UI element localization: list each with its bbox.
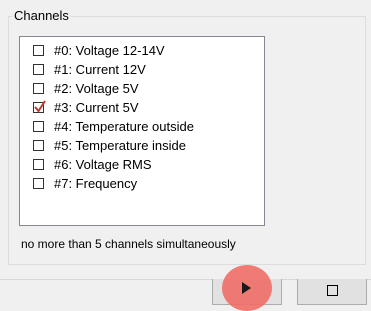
checkbox[interactable]	[33, 121, 44, 132]
channel-label: #2: Voltage 5V	[54, 81, 139, 96]
channel-item-0[interactable]: #0: Voltage 12-14V	[33, 41, 165, 60]
checkbox[interactable]	[33, 178, 44, 189]
channel-label: #6: Voltage RMS	[54, 157, 152, 172]
channels-group-title: Channels	[12, 8, 71, 24]
channel-item-6[interactable]: #6: Voltage RMS	[33, 155, 152, 174]
checkbox[interactable]	[33, 140, 44, 151]
check-mark-icon	[34, 100, 46, 113]
channel-label: #0: Voltage 12-14V	[54, 43, 165, 58]
channel-label: #3: Current 5V	[54, 100, 139, 115]
channel-item-4[interactable]: #4: Temperature outside	[33, 117, 194, 136]
channel-item-5[interactable]: #5: Temperature inside	[33, 136, 186, 155]
checkbox[interactable]	[33, 64, 44, 75]
checkbox[interactable]	[33, 45, 44, 56]
channels-list[interactable]: #0: Voltage 12-14V #1: Current 12V #2: V…	[19, 36, 265, 226]
channel-item-3[interactable]: #3: Current 5V	[33, 98, 139, 117]
channel-item-1[interactable]: #1: Current 12V	[33, 60, 146, 79]
channel-limit-hint: no more than 5 channels simultaneously	[21, 237, 236, 251]
play-icon	[242, 282, 251, 294]
stop-icon	[327, 285, 338, 296]
channel-item-7[interactable]: #7: Frequency	[33, 174, 137, 193]
checkbox[interactable]	[33, 83, 44, 94]
channel-label: #5: Temperature inside	[54, 138, 187, 153]
checkbox-checked[interactable]	[33, 100, 46, 113]
channel-label: #1: Current 12V	[54, 62, 146, 77]
channel-item-2[interactable]: #2: Voltage 5V	[33, 79, 139, 98]
channel-label: #4: Temperature outside	[54, 119, 194, 134]
checkbox[interactable]	[33, 159, 44, 170]
channel-label: #7: Frequency	[54, 176, 138, 191]
